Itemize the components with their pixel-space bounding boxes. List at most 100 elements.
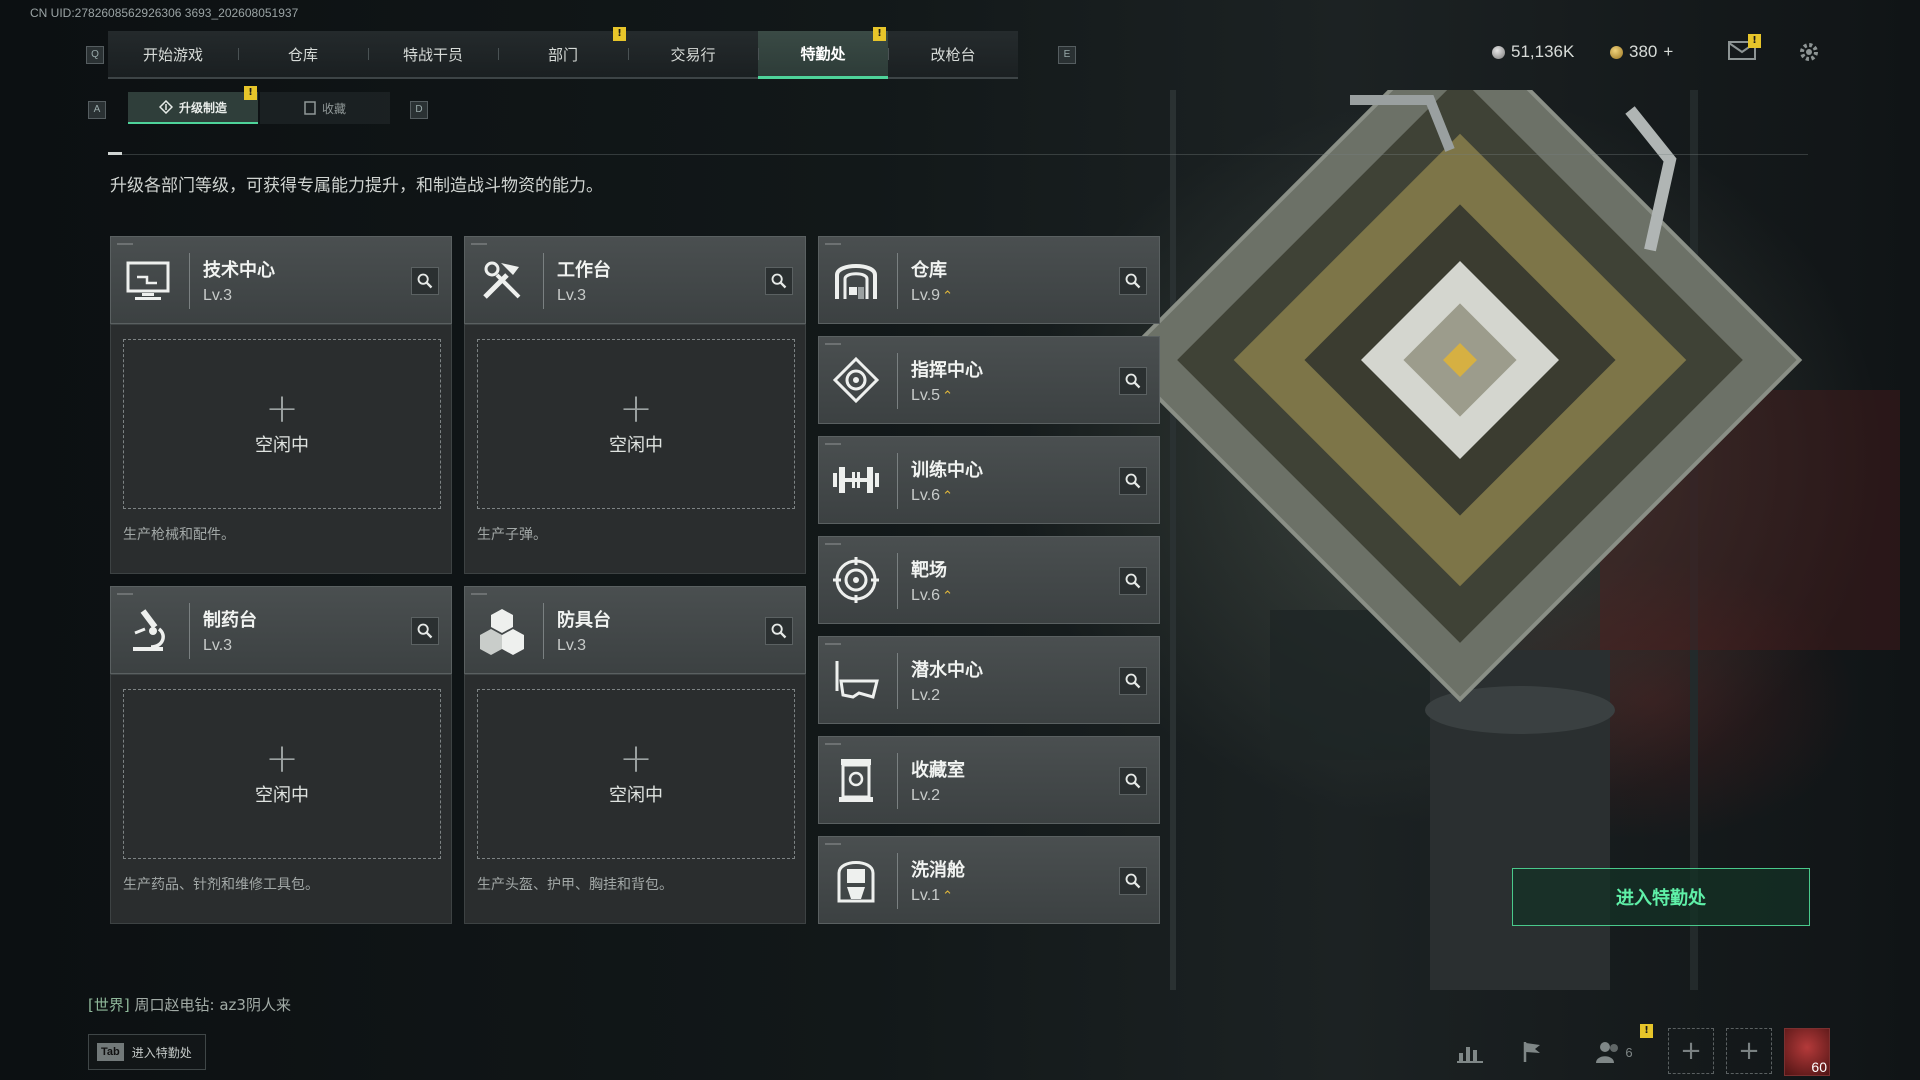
production-slot[interactable]: + 空闲中	[477, 689, 795, 859]
nav-tab-badge: !	[873, 27, 886, 41]
card-divider	[543, 603, 544, 659]
mail-button[interactable]: !	[1728, 34, 1761, 60]
subtab-collection[interactable]: 收藏	[260, 92, 390, 124]
uid-text: CN UID:2782608562926306 3693_20260805193…	[30, 6, 299, 20]
chat-line[interactable]: [世界] 周口赵电钻: az3阴人来	[88, 994, 291, 1015]
production-slot-panel: + 空闲中生产头盔、护甲、胸挂和背包。	[464, 674, 806, 924]
dept-name: 靶场	[911, 560, 947, 581]
dept-search-button[interactable]	[765, 617, 793, 645]
friends-icon	[1596, 1042, 1619, 1063]
production-slot[interactable]: + 空闲中	[123, 689, 441, 859]
upgrade-arrow-icon: ⌃	[942, 288, 953, 303]
divider-mark	[108, 152, 122, 155]
nav-tab[interactable]: 改枪台	[888, 31, 1018, 77]
department-card[interactable]: 靶场 Lv.6 ⌃	[818, 536, 1160, 624]
subtab-collection-label: 收藏	[321, 101, 346, 116]
dept-search-button[interactable]	[1119, 667, 1147, 695]
friends-button[interactable]: 6 !	[1584, 1024, 1653, 1074]
production-description: 生产药品、针剂和维修工具包。	[123, 877, 319, 893]
tab-hint-button[interactable]: Tab 进入特勤处	[88, 1034, 206, 1070]
dept-search-button[interactable]	[411, 617, 439, 645]
dept-search-button[interactable]	[1119, 467, 1147, 495]
dept-name: 指挥中心	[911, 360, 983, 381]
nav-tab[interactable]: 开始游戏	[108, 31, 238, 77]
nav-tab[interactable]: 特勤处!	[758, 27, 888, 79]
friends-count: 6	[1625, 1044, 1633, 1060]
key-hint-q: Q	[86, 46, 104, 64]
stats-button[interactable]	[1448, 1030, 1492, 1074]
enter-special-ops-button[interactable]: 进入特勤处	[1512, 868, 1810, 926]
dept-name: 训练中心	[911, 460, 983, 481]
card-corner-mark	[825, 543, 841, 545]
nav-tab[interactable]: 交易行	[628, 31, 758, 77]
search-icon	[1125, 573, 1141, 589]
search-icon	[771, 623, 787, 639]
dept-level-row: Lv.9 ⌃	[911, 287, 953, 305]
department-card[interactable]: 训练中心 Lv.6 ⌃	[818, 436, 1160, 524]
dept-search-button[interactable]	[1119, 267, 1147, 295]
flag-icon	[1523, 1042, 1540, 1062]
department-card[interactable]: 收藏室 Lv.2	[818, 736, 1160, 824]
slot-status: 空闲中	[255, 435, 309, 456]
chat-message: az3阴人来	[219, 996, 291, 1014]
search-icon	[1125, 373, 1141, 389]
production-dept-card[interactable]: 技术中心 Lv.3	[110, 236, 452, 324]
tab-hint-label: 进入特勤处	[131, 1045, 192, 1060]
nav-tab-badge: !	[613, 27, 626, 41]
mail-badge: !	[1748, 34, 1761, 48]
dept-name: 制药台	[203, 610, 257, 631]
add-gold-button[interactable]: +	[1663, 42, 1673, 62]
search-icon	[417, 623, 433, 639]
key-hint-d: D	[410, 101, 428, 119]
card-divider	[897, 253, 898, 309]
production-dept-card[interactable]: 防具台 Lv.3	[464, 586, 806, 674]
nav-tab[interactable]: 特战干员	[368, 31, 498, 77]
card-divider	[543, 253, 544, 309]
dept-level: Lv.2	[911, 787, 941, 804]
flag-button[interactable]	[1510, 1030, 1554, 1074]
subtab-upgrade[interactable]: 升级制造 !	[128, 86, 258, 124]
tools-icon	[477, 255, 527, 305]
dept-search-button[interactable]	[411, 267, 439, 295]
facility-scene-image	[1130, 90, 1900, 990]
dept-search-button[interactable]	[1119, 567, 1147, 595]
dept-search-button[interactable]	[765, 267, 793, 295]
department-card[interactable]: 指挥中心 Lv.5 ⌃	[818, 336, 1160, 424]
friends-badge: !	[1640, 1024, 1653, 1038]
upgrade-arrow-icon: ⌃	[942, 588, 953, 603]
card-corner-mark	[117, 243, 133, 245]
settings-button[interactable]	[1797, 40, 1821, 64]
gold-currency[interactable]: 380 +	[1610, 42, 1673, 62]
card-corner-mark	[825, 743, 841, 745]
production-slot[interactable]: + 空闲中	[123, 339, 441, 509]
nav-tab[interactable]: 部门!	[498, 27, 628, 77]
player-avatar[interactable]: 60	[1784, 1028, 1830, 1076]
add-teammate-slot-2[interactable]: +	[1726, 1028, 1772, 1074]
add-teammate-slot-1[interactable]: +	[1668, 1028, 1714, 1074]
department-card[interactable]: 仓库 Lv.9 ⌃	[818, 236, 1160, 324]
hazmat-icon	[831, 855, 881, 905]
dept-level: Lv.3	[557, 637, 587, 654]
gear-icon	[1800, 43, 1818, 61]
chat-sender: 周口赵电钻	[134, 996, 210, 1014]
nav-tab[interactable]: 仓库	[238, 31, 368, 77]
microscope-icon	[123, 605, 173, 655]
dept-search-button[interactable]	[1119, 767, 1147, 795]
production-dept-card[interactable]: 制药台 Lv.3	[110, 586, 452, 674]
upgrade-arrow-icon: ⌃	[942, 488, 953, 503]
production-description: 生产头盔、护甲、胸挂和背包。	[477, 877, 673, 893]
card-corner-mark	[117, 593, 133, 595]
upgrade-icon	[158, 100, 173, 114]
target-icon	[831, 555, 881, 605]
page-description: 升级各部门等级，可获得专属能力提升，和制造战斗物资的能力。	[110, 176, 603, 196]
production-slot[interactable]: + 空闲中	[477, 339, 795, 509]
subtab-upgrade-badge: !	[244, 86, 257, 100]
production-dept-card[interactable]: 工作台 Lv.3	[464, 236, 806, 324]
dept-search-button[interactable]	[1119, 867, 1147, 895]
player-level: 60	[1811, 1059, 1827, 1075]
department-card[interactable]: 潜水中心 Lv.2	[818, 636, 1160, 724]
dept-search-button[interactable]	[1119, 367, 1147, 395]
card-corner-mark	[825, 843, 841, 845]
dept-level: Lv.3	[557, 287, 587, 304]
department-card[interactable]: 洗消舱 Lv.1 ⌃	[818, 836, 1160, 924]
